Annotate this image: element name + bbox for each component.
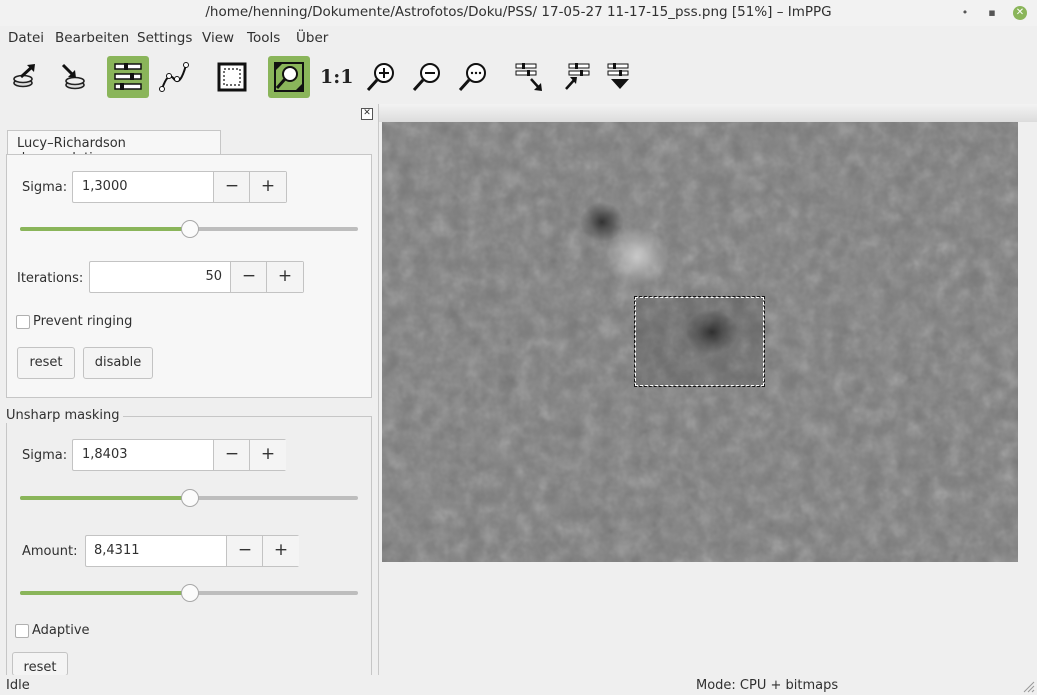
zoom-custom-icon[interactable]: [452, 56, 494, 98]
prevent-ringing-checkbox[interactable]: [16, 315, 30, 329]
amount-decrement[interactable]: −: [226, 536, 263, 566]
us-sigma-field[interactable]: 1,8403 − +: [72, 439, 286, 471]
lr-sigma-value: 1,3000: [82, 179, 128, 194]
lr-sigma-decrement[interactable]: −: [213, 172, 250, 202]
status-text: Idle: [6, 678, 30, 693]
processing-panel: ✕ Lucy–Richardson deconvolution Sigma: 1…: [0, 104, 379, 679]
lr-sigma-slider[interactable]: [20, 220, 358, 238]
minimize-button[interactable]: •: [958, 6, 972, 20]
status-mode: Mode: CPU + bitmaps: [696, 678, 839, 693]
align-images-icon[interactable]: [508, 56, 550, 98]
slider-fill: [20, 227, 189, 231]
prevent-ringing-label: Prevent ringing: [33, 314, 133, 329]
zoom-in-icon[interactable]: [360, 56, 402, 98]
lr-sigma-increment[interactable]: +: [249, 172, 286, 202]
amount-value: 8,4311: [94, 543, 140, 558]
selection-rectangle[interactable]: [634, 296, 765, 387]
close-button[interactable]: ✕: [1013, 6, 1027, 20]
status-bar: Idle Mode: CPU + bitmaps: [0, 675, 1037, 695]
processing-settings-icon[interactable]: [107, 56, 149, 98]
slider-knob[interactable]: [181, 584, 199, 602]
lr-disable-button[interactable]: disable: [83, 347, 153, 379]
menu-ueber[interactable]: Über: [296, 30, 328, 46]
tab-lucy-richardson[interactable]: Lucy–Richardson deconvolution: [7, 130, 221, 166]
save-image-icon[interactable]: [52, 56, 94, 98]
resize-grip-icon[interactable]: [1021, 679, 1035, 693]
slider-fill: [20, 591, 189, 595]
window-title: /home/henning/Dokumente/Astrofotos/Doku/…: [205, 4, 832, 20]
zoom-out-icon[interactable]: [406, 56, 448, 98]
amount-label: Amount:: [22, 544, 78, 559]
lr-sigma-label: Sigma:: [22, 180, 68, 195]
us-reset-button[interactable]: reset: [12, 652, 68, 676]
us-sigma-label: Sigma:: [22, 448, 68, 463]
menu-view[interactable]: View: [202, 30, 234, 46]
iterations-increment[interactable]: +: [266, 262, 303, 292]
slider-fill: [20, 496, 189, 500]
panel-close-button[interactable]: ✕: [361, 108, 373, 120]
lr-sigma-field[interactable]: 1,3000 − +: [72, 171, 287, 203]
image-viewer[interactable]: [382, 122, 1037, 675]
zoom-1to1-button[interactable]: 1:1: [320, 66, 353, 88]
us-sigma-slider[interactable]: [20, 489, 358, 507]
lr-reset-button[interactable]: reset: [17, 347, 75, 379]
select-roi-icon[interactable]: [211, 56, 253, 98]
adaptive-checkbox[interactable]: [15, 624, 29, 638]
iterations-value: 50: [205, 269, 222, 284]
adaptive-label: Adaptive: [32, 623, 90, 638]
toolbar: 1:1: [0, 54, 1037, 102]
slider-knob[interactable]: [181, 489, 199, 507]
menu-datei[interactable]: Datei: [8, 30, 44, 46]
menu-settings[interactable]: Settings: [137, 30, 192, 46]
menu-bearbeiten[interactable]: Bearbeiten: [55, 30, 129, 46]
us-sigma-decrement[interactable]: −: [213, 440, 250, 470]
amount-field[interactable]: 8,4311 − +: [85, 535, 299, 567]
amount-slider[interactable]: [20, 584, 358, 602]
unsharp-title: Unsharp masking: [6, 408, 123, 423]
lucy-richardson-page: Sigma: 1,3000 − + Iterations: 50 − + Pre…: [6, 154, 372, 398]
title-bar: /home/henning/Dokumente/Astrofotos/Doku/…: [0, 0, 1037, 26]
iterations-label: Iterations:: [17, 271, 84, 286]
tone-curve-icon[interactable]: [153, 56, 195, 98]
fit-window-icon[interactable]: [268, 56, 310, 98]
open-image-icon[interactable]: [4, 56, 46, 98]
slider-knob[interactable]: [181, 220, 199, 238]
maximize-button[interactable]: ▪: [985, 6, 999, 20]
iterations-decrement[interactable]: −: [230, 262, 267, 292]
menu-tools[interactable]: Tools: [247, 30, 280, 46]
us-sigma-value: 1,8403: [82, 447, 128, 462]
settings-menu-icon[interactable]: [598, 56, 640, 98]
iterations-field[interactable]: 50 − +: [89, 261, 304, 293]
solar-image[interactable]: [382, 122, 1018, 562]
us-sigma-increment[interactable]: +: [249, 440, 286, 470]
amount-increment[interactable]: +: [262, 536, 299, 566]
batch-process-icon[interactable]: [554, 56, 596, 98]
